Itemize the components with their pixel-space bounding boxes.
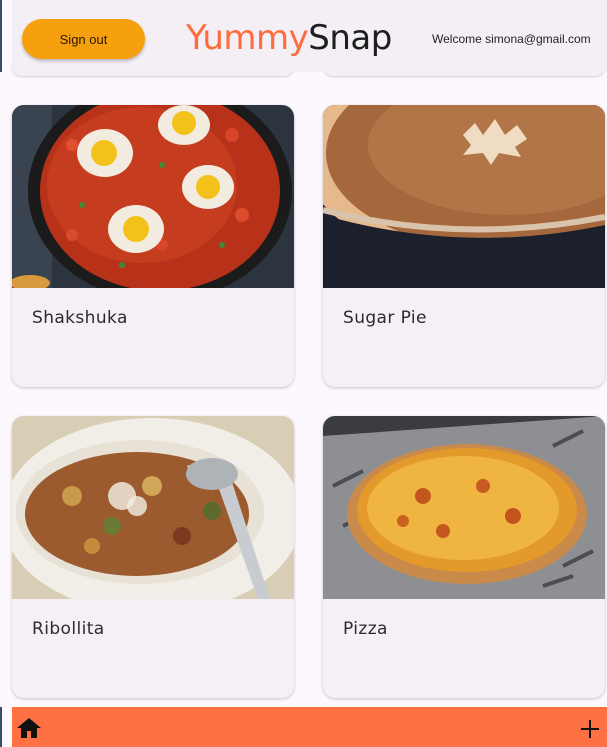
recipe-card-sugar-pie[interactable]: Sugar Pie [323, 105, 605, 387]
recipe-card-shakshuka[interactable]: Shakshuka [12, 105, 294, 387]
recipe-title: Pizza [343, 619, 388, 639]
brand-part-snap: Snap [308, 18, 392, 58]
recipe-title: Sugar Pie [343, 308, 427, 328]
recipe-card-pizza[interactable]: Pizza [323, 416, 605, 698]
window-edge-marker [0, 707, 2, 747]
brand-part-yummy: Yummy [186, 18, 309, 58]
shakshuka-photo [12, 105, 294, 288]
pizza-photo [323, 416, 605, 599]
recipe-title: Ribollita [32, 619, 105, 639]
sign-out-button[interactable]: Sign out [22, 19, 145, 59]
welcome-text: Welcome simona@gmail.com [432, 32, 591, 46]
recipe-card-ribollita[interactable]: Ribollita [12, 416, 294, 698]
home-icon[interactable] [16, 717, 42, 739]
bottom-navigation-bar [12, 707, 607, 747]
app-root: Sign out YummySnap Welcome simona@gmail.… [0, 0, 607, 747]
ribollita-photo [12, 416, 294, 599]
sugar-pie-photo [323, 105, 605, 288]
plus-icon[interactable] [578, 717, 602, 741]
window-edge-marker [0, 0, 2, 72]
recipe-title: Shakshuka [32, 308, 128, 328]
brand-logo: YummySnap [186, 18, 392, 58]
